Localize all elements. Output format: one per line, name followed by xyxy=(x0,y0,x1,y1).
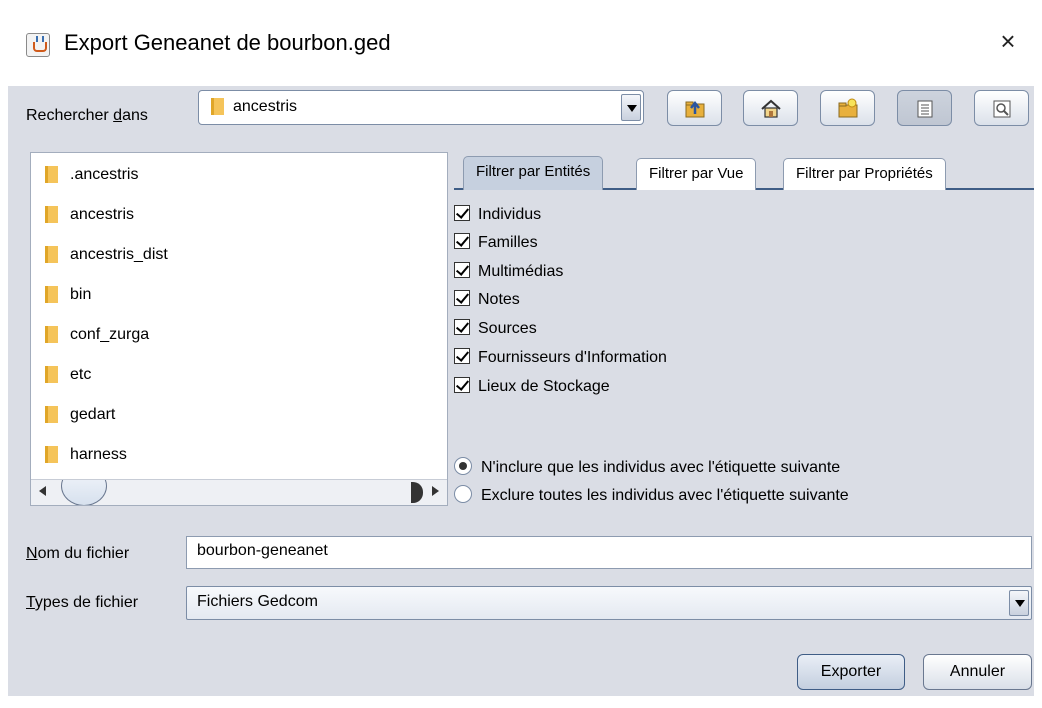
look-in-value: ancestris xyxy=(233,98,298,115)
export-button[interactable]: Exporter xyxy=(797,654,905,690)
folder-icon xyxy=(45,286,58,304)
folder-icon xyxy=(45,166,58,184)
radio-button[interactable] xyxy=(454,456,472,475)
tab-filter-view[interactable]: Filtrer par Vue xyxy=(636,158,757,190)
checkbox-lieux-de-stockage[interactable]: Lieux de Stockage xyxy=(454,375,610,399)
details-icon xyxy=(993,100,1011,118)
file-name-label: Nom du fichier xyxy=(26,545,130,562)
list-item[interactable]: .ancestris xyxy=(45,161,138,189)
chevron-down-icon[interactable] xyxy=(621,94,641,121)
details-view-button[interactable] xyxy=(974,90,1029,126)
checkbox-sources[interactable]: Sources xyxy=(454,317,537,341)
file-name-field[interactable]: bourbon-geneanet xyxy=(186,536,1032,569)
radio-exclude-tag[interactable]: Exclure toutes les individus avec l'étiq… xyxy=(454,484,849,508)
scroll-right-icon[interactable] xyxy=(432,486,439,496)
file-type-value: Fichiers Gedcom xyxy=(197,593,318,610)
home-icon xyxy=(761,99,781,118)
checkbox[interactable] xyxy=(454,376,470,393)
list-icon xyxy=(917,100,933,118)
chevron-down-icon[interactable] xyxy=(1009,590,1029,616)
checkbox[interactable] xyxy=(454,261,470,278)
new-folder-icon xyxy=(838,98,858,118)
close-icon[interactable]: × xyxy=(994,28,1022,56)
scrollbar-track[interactable] xyxy=(55,480,425,505)
folder-icon xyxy=(45,406,58,424)
list-item[interactable]: harness xyxy=(45,441,127,469)
tab-filter-entities[interactable]: Filtrer par Entités xyxy=(463,156,604,190)
folder-icon xyxy=(45,206,58,224)
folder-icon xyxy=(45,326,58,344)
window-title: Export Geneanet de bourbon.ged xyxy=(64,30,391,55)
checkbox[interactable] xyxy=(454,318,470,335)
checkbox-notes[interactable]: Notes xyxy=(454,288,520,312)
file-type-label: Types de fichier xyxy=(26,594,139,611)
file-list[interactable]: .ancestris ancestris ancestris_dist bin … xyxy=(30,152,448,506)
list-item[interactable]: conf_zurga xyxy=(45,321,149,349)
scrollbar-thumb[interactable] xyxy=(61,480,107,505)
filter-tabs: Filtrer par Entités Filtrer par Vue Filt… xyxy=(454,154,1034,190)
folder-icon xyxy=(211,98,224,116)
list-item[interactable]: ancestris_dist xyxy=(45,241,168,269)
look-in-label: Rechercher dans xyxy=(26,107,148,124)
folder-up-icon xyxy=(685,100,705,118)
horizontal-scrollbar[interactable] xyxy=(31,479,447,505)
up-one-level-button[interactable] xyxy=(667,90,722,126)
checkbox-multimedias[interactable]: Multimédias xyxy=(454,260,563,284)
scrollbar-thumb-end xyxy=(411,482,423,503)
home-button[interactable] xyxy=(743,90,798,126)
list-item[interactable]: etc xyxy=(45,361,91,389)
checkbox-familles[interactable]: Familles xyxy=(454,231,538,255)
list-item[interactable]: bin xyxy=(45,281,91,309)
java-app-icon xyxy=(26,33,50,57)
title-bar: Export Geneanet de bourbon.ged × xyxy=(0,0,1042,86)
list-item[interactable]: ancestris xyxy=(45,201,134,229)
radio-button[interactable] xyxy=(454,484,472,503)
tab-filter-properties[interactable]: Filtrer par Propriétés xyxy=(783,158,946,190)
checkbox[interactable] xyxy=(454,204,470,221)
folder-icon xyxy=(45,246,58,264)
list-item[interactable]: gedart xyxy=(45,401,115,429)
file-type-combo[interactable]: Fichiers Gedcom xyxy=(186,586,1032,620)
checkbox[interactable] xyxy=(454,232,470,249)
cancel-button[interactable]: Annuler xyxy=(923,654,1032,690)
checkbox[interactable] xyxy=(454,289,470,306)
radio-include-tag[interactable]: N'inclure que les individus avec l'étiqu… xyxy=(454,456,840,480)
export-dialog: Rechercher dans ancestris .ancestris anc… xyxy=(8,86,1034,696)
checkbox-fournisseurs[interactable]: Fournisseurs d'Information xyxy=(454,346,667,370)
checkbox[interactable] xyxy=(454,347,470,364)
look-in-combo[interactable]: ancestris xyxy=(198,90,644,125)
folder-icon xyxy=(45,366,58,384)
list-view-button[interactable] xyxy=(897,90,952,126)
folder-icon xyxy=(45,446,58,464)
scroll-left-icon[interactable] xyxy=(39,486,46,496)
checkbox-individus[interactable]: Individus xyxy=(454,203,541,227)
new-folder-button[interactable] xyxy=(820,90,875,126)
